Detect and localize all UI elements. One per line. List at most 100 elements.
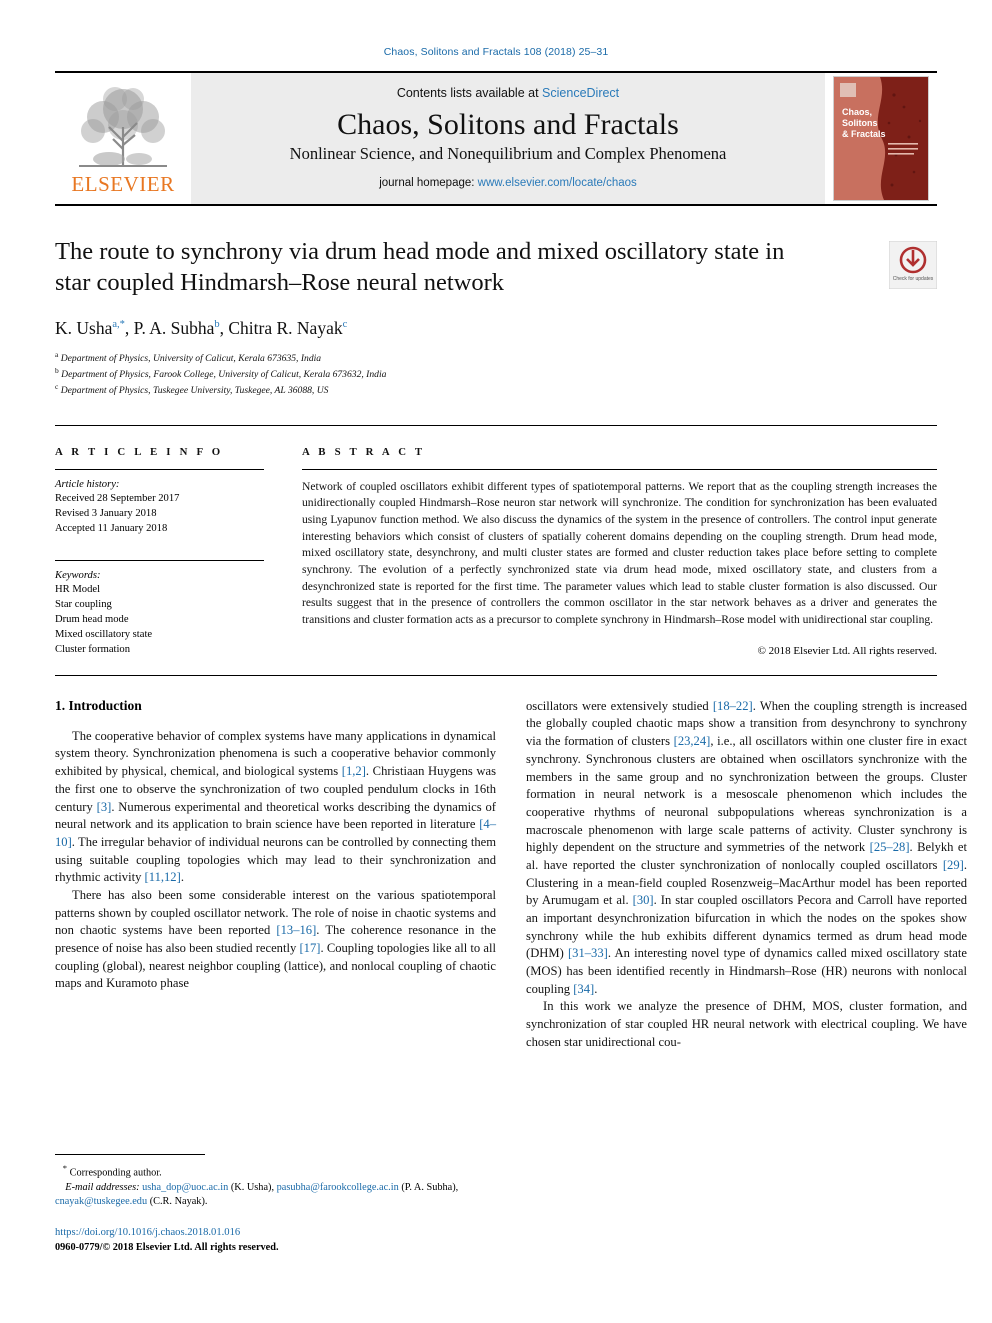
email-addresses-line: E-mail addresses: usha_dop@uoc.ac.in (K.… [55,1181,459,1208]
doi-block: https://doi.org/10.1016/j.chaos.2018.01.… [55,1226,496,1255]
email-owner: (P. A. Subha) [401,1181,456,1193]
body-paragraph: The cooperative behavior of complex syst… [55,728,496,885]
body-paragraph: oscillators were extensively studied [18… [526,698,967,996]
affiliation-marker: a [55,350,59,360]
journal-title: Chaos, Solitons and Fractals [337,107,679,141]
author-name: K. Usha [55,318,113,339]
affiliation-item: b Department of Physics, Farook College,… [55,366,937,382]
copyright-line: © 2018 Elsevier Ltd. All rights reserved… [757,644,937,657]
issn-copyright-line: 0960-0779/© 2018 Elsevier Ltd. All right… [55,1241,279,1253]
journal-homepage-line: journal homepage: www.elsevier.com/locat… [379,177,637,189]
author-item: Chitra R. Nayakc [228,318,347,338]
corresponding-author-line: * Corresponding author. [55,1162,496,1181]
keyword-item: Mixed oscillatory state [55,628,153,640]
citation-link[interactable]: [29] [943,858,964,872]
author-name: Chitra R. Nayak [228,318,343,339]
publisher-logo: ELSEVIER [55,73,191,204]
citation-link[interactable]: [1,2] [342,764,366,778]
history-item: Accepted 11 January 2018 [55,522,168,534]
email-owner: (K. Usha) [230,1181,272,1193]
citation-link[interactable]: [18–22] [713,699,753,713]
section-divider-bottom [55,674,937,676]
crossmark-label: Check for updates [893,276,934,282]
journal-subtitle: Nonlinear Science, and Nonequilibrium an… [289,144,727,164]
keywords-label: Keywords: [55,569,101,581]
citation-link[interactable]: [30] [633,893,654,907]
journal-masthead: ELSEVIER Contents lists available at Sci… [55,71,937,206]
affiliation-list: a Department of Physics, University of C… [55,350,937,398]
author-list: K. Ushaa,*, P. A. Subhab, Chitra R. Naya… [55,318,348,339]
info-abstract-region: A R T I C L E I N F O Article history: R… [55,446,937,657]
article-history-label: Article history: [55,478,120,490]
body-column-right: oscillators were extensively studied [18… [526,698,967,1052]
email-link[interactable]: cnayak@tuskegee.edu [55,1196,147,1207]
abstract-column: A B S T R A C T Network of coupled oscil… [302,446,937,657]
email-owner: (C.R. Nayak) [149,1196,205,1208]
body-paragraph: In this work we analyze the presence of … [526,999,967,1049]
body-columns: 1. Introduction The cooperative behavior… [55,698,967,1052]
keyword-item: Star coupling [55,598,112,610]
history-item: Received 28 September 2017 [55,492,180,504]
affiliation-text: Department of Physics, Tuskegee Universi… [60,385,329,397]
abstract-text: Network of coupled oscillators exhibit d… [302,479,937,627]
contents-list-line: Contents lists available at ScienceDirec… [397,86,619,100]
keywords-rule [55,559,264,561]
crossmark-badge-icon[interactable]: Check for updates [889,241,937,289]
corresponding-marker: * [62,1163,68,1174]
doi-link[interactable]: https://doi.org/10.1016/j.chaos.2018.01.… [55,1226,496,1241]
citation-link[interactable]: [31–33] [568,946,608,960]
citation-link[interactable]: [17] [299,941,320,955]
keyword-item: HR Model [55,583,101,595]
section-divider-top [55,424,937,426]
email-link[interactable]: usha_dop@uoc.ac.in [142,1182,228,1193]
sciencedirect-link[interactable]: ScienceDirect [542,86,619,100]
info-rule [55,468,264,470]
cover-title-line3: & Fractals [842,129,886,139]
homepage-label: journal homepage: [379,177,475,190]
masthead-center: Contents lists available at ScienceDirec… [191,73,825,204]
body-column-left: 1. Introduction The cooperative behavior… [55,698,496,1052]
author-item: P. A. Subhab [134,318,220,338]
keyword-item: Cluster formation [55,643,131,655]
cover-title-line2: Solitons [842,118,878,128]
affiliation-item: c Department of Physics, Tuskegee Univer… [55,382,937,398]
abstract-heading: A B S T R A C T [302,445,426,458]
section-heading-introduction: 1. Introduction [55,697,142,713]
affiliation-marker: b [55,366,59,376]
homepage-url-link[interactable]: www.elsevier.com/locate/chaos [478,177,637,189]
journal-cover-image: Chaos, Solitons & Fractals [833,76,929,201]
citation-link[interactable]: [25–28] [870,840,910,854]
abstract-rule [302,468,937,470]
history-item: Revised 3 January 2018 [55,507,157,519]
email-label: E-mail addresses: [65,1181,140,1193]
citation-link[interactable]: [23,24] [674,734,711,748]
elsevier-tree-icon: ELSEVIER [65,78,181,199]
paper-page: Chaos, Solitons and Fractals 108 (2018) … [0,0,992,1323]
article-info-column: A R T I C L E I N F O Article history: R… [55,446,302,657]
citation-link[interactable]: [3] [97,800,112,814]
journal-cover-thumbnail: Chaos, Solitons & Fractals [825,73,937,204]
keywords-list: HR Model Star coupling Drum head mode Mi… [55,582,264,657]
corresponding-author-label: Corresponding author. [69,1167,162,1179]
author-name: P. A. Subha [133,318,215,339]
citation-link[interactable]: [13–16] [276,923,316,937]
body-paragraph: There has also been some considerable in… [55,887,497,991]
elsevier-wordmark: ELSEVIER [71,172,174,196]
title-block: The route to synchrony via drum head mod… [55,236,937,399]
citation-link[interactable]: [34] [573,982,594,996]
author-affil-marker: a,* [112,319,125,331]
email-link[interactable]: pasubha@farookcollege.ac.in [277,1182,399,1193]
affiliation-item: a Department of Physics, University of C… [55,350,937,366]
article-info-heading: A R T I C L E I N F O [55,445,224,458]
keywords-block: Keywords: HR Model Star coupling Drum he… [55,559,264,657]
affiliation-marker: c [55,382,59,392]
contents-prefix: Contents lists available at [396,85,539,100]
footnote-rule [55,1154,205,1156]
footnote-area: * Corresponding author. E-mail addresses… [55,1154,496,1255]
affiliation-text: Department of Physics, Farook College, U… [61,369,387,381]
author-item: K. Ushaa,* [55,318,125,338]
running-head: Chaos, Solitons and Fractals 108 (2018) … [383,46,609,58]
article-history-list: Received 28 September 2017 Revised 3 Jan… [55,491,264,536]
citation-link[interactable]: [11,12] [145,870,181,884]
page-title: The route to synchrony via drum head mod… [55,238,785,297]
